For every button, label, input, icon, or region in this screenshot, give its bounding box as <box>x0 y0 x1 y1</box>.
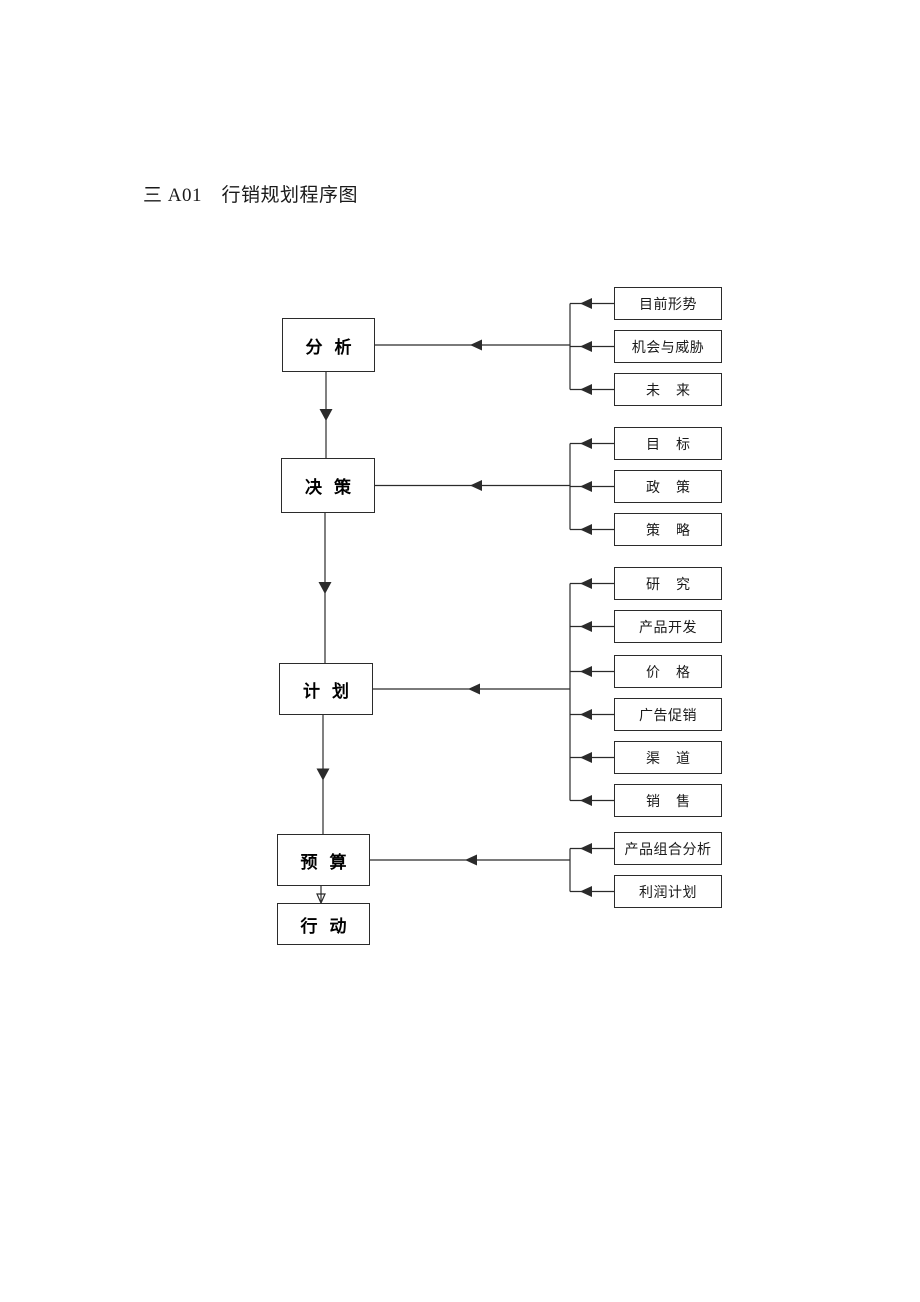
stage-label: 计 划 <box>303 681 352 702</box>
detail-label: 销售 <box>646 794 706 810</box>
feeder-arrowhead-budget-inputs-0 <box>580 843 592 854</box>
detail-box-analysis-inputs-1[interactable]: 机会与威胁 <box>614 330 722 363</box>
feeder-arrowhead-decision-inputs-2 <box>580 524 592 535</box>
feeder-arrowhead-plan-inputs-0 <box>580 578 592 589</box>
trunk-arrowhead-decision-inputs <box>470 480 482 491</box>
trunk-arrowhead-plan-inputs <box>468 683 480 695</box>
detail-box-budget-inputs-1[interactable]: 利润计划 <box>614 875 722 908</box>
page-canvas: 三 A01 行销规划程序图 分 析决 策计 划预 算行 动目前形势 机会与威胁 未来… <box>0 0 920 1302</box>
detail-box-plan-inputs-0[interactable]: 研究 <box>614 567 722 600</box>
stage-box-budget[interactable]: 预 算 <box>277 834 370 886</box>
feeder-arrowhead-analysis-inputs-0 <box>580 298 592 309</box>
detail-label: 利润计划 <box>639 885 697 901</box>
feeder-arrowhead-decision-inputs-1 <box>580 481 592 492</box>
feeder-arrowhead-plan-inputs-5 <box>580 795 592 806</box>
trunk-arrowhead-budget-inputs <box>465 854 477 866</box>
detail-box-plan-inputs-2[interactable]: 价格 <box>614 655 722 688</box>
detail-label: 目前形势 <box>639 297 697 313</box>
detail-label: 价格 <box>646 665 706 681</box>
detail-label: 机会与威胁 <box>631 340 705 356</box>
stage-label: 决 策 <box>305 478 354 498</box>
stage-label: 行 动 <box>300 916 350 937</box>
detail-label: 策略 <box>646 523 706 539</box>
chain-arrowhead-plan-budget <box>316 768 330 781</box>
stage-box-decision[interactable]: 决 策 <box>281 458 375 513</box>
feeder-arrowhead-plan-inputs-1 <box>580 621 592 632</box>
feeder-arrowhead-analysis-inputs-2 <box>580 384 592 395</box>
feeder-arrowhead-budget-inputs-1 <box>580 886 592 897</box>
feeder-arrowhead-analysis-inputs-1 <box>580 341 592 352</box>
detail-box-decision-inputs-2[interactable]: 策略 <box>614 513 722 546</box>
feeder-arrowhead-plan-inputs-3 <box>580 709 592 720</box>
detail-label: 未来 <box>646 383 706 399</box>
detail-box-plan-inputs-3[interactable]: 广告促销 <box>614 698 722 731</box>
detail-box-plan-inputs-5[interactable]: 销售 <box>614 784 722 817</box>
detail-label: 目标 <box>646 437 706 453</box>
detail-box-analysis-inputs-2[interactable]: 未来 <box>614 373 722 406</box>
trunk-arrowhead-analysis-inputs <box>470 339 482 351</box>
detail-box-decision-inputs-0[interactable]: 目标 <box>614 427 722 460</box>
chain-arrowhead-decision-plan <box>318 582 332 594</box>
detail-label: 广告促销 <box>639 708 697 724</box>
detail-label: 研究 <box>646 577 706 593</box>
feeder-arrowhead-decision-inputs-0 <box>580 438 592 449</box>
chain-arrowhead-analysis-decision <box>319 409 333 421</box>
stage-box-action[interactable]: 行 动 <box>277 903 370 945</box>
feeder-arrowhead-plan-inputs-4 <box>580 752 592 763</box>
detail-box-analysis-inputs-0[interactable]: 目前形势 <box>614 287 722 320</box>
detail-box-plan-inputs-4[interactable]: 渠道 <box>614 741 722 774</box>
detail-label: 产品开发 <box>639 620 697 636</box>
detail-box-plan-inputs-1[interactable]: 产品开发 <box>614 610 722 643</box>
flowchart-connectors <box>316 298 614 905</box>
detail-box-budget-inputs-0[interactable]: 产品组合分析 <box>614 832 722 865</box>
stage-label: 预 算 <box>300 852 350 873</box>
stage-box-plan[interactable]: 计 划 <box>279 663 373 715</box>
stage-box-analysis[interactable]: 分 析 <box>282 318 375 372</box>
detail-box-decision-inputs-1[interactable]: 政策 <box>614 470 722 503</box>
feeder-arrowhead-plan-inputs-2 <box>580 666 592 677</box>
detail-label: 渠道 <box>646 751 706 767</box>
marketing-planning-flowchart: 分 析决 策计 划预 算行 动 目前形势机会与威胁未来目标政策策略研究产品开发价格… <box>0 0 920 1302</box>
detail-label: 政策 <box>646 480 706 496</box>
stage-label: 分 析 <box>305 337 355 358</box>
detail-label: 产品组合分析 <box>624 842 712 858</box>
